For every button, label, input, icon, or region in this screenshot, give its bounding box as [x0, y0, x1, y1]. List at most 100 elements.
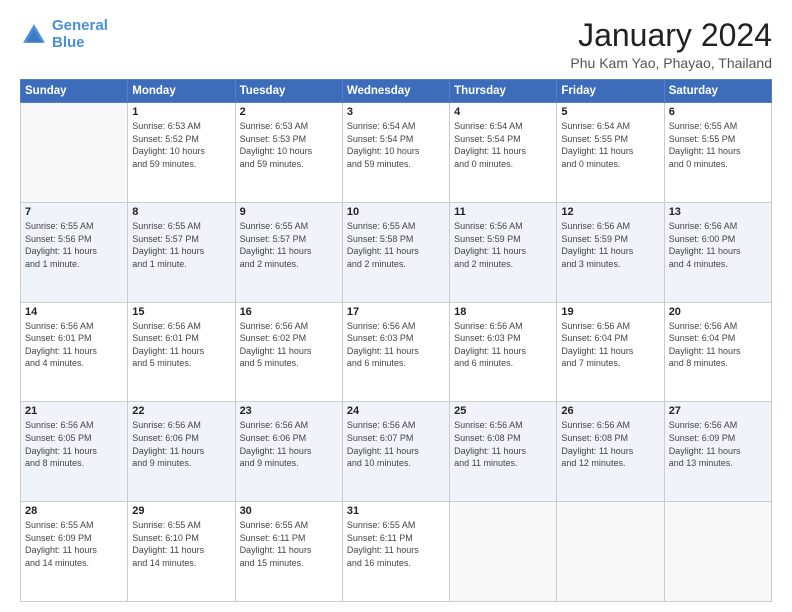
logo-text: General Blue	[52, 18, 108, 51]
table-row: 17Sunrise: 6:56 AM Sunset: 6:03 PM Dayli…	[342, 302, 449, 402]
day-number: 8	[132, 206, 230, 218]
day-number: 25	[454, 405, 552, 417]
day-info: Sunrise: 6:55 AM Sunset: 6:09 PM Dayligh…	[25, 519, 123, 569]
table-row: 18 Sunrise: 6:56 AM Sunset: 6:03 PM Dayli…	[450, 302, 557, 402]
logo-blue: Blue	[52, 34, 85, 51]
day-number: 23	[240, 405, 338, 417]
day-info: Sunrise: 6:53 AM Sunset: 5:52 PM Dayligh…	[132, 120, 230, 170]
table-row: 27 Sunrise: 6:56 AM Sunset: 6:09 PM Dayli…	[664, 402, 771, 502]
day-number: 24	[347, 405, 445, 417]
table-row: 23 Sunrise: 6:56 AM Sunset: 6:06 PM Dayli…	[235, 402, 342, 502]
day-info: Sunrise: 6:55 AM Sunset: 5:57 PM Dayligh…	[132, 220, 230, 270]
day-info: Sunrise: 6:56 AM Sunset: 6:07 PM Dayligh…	[347, 419, 445, 469]
table-row: 3 Sunrise: 6:54 AM Sunset: 5:54 PM Daylig…	[342, 103, 449, 203]
table-row: 8 Sunrise: 6:55 AM Sunset: 5:57 PM Daylig…	[128, 202, 235, 302]
day-info: Sunrise: 6:56 AM Sunset: 5:59 PM Dayligh…	[454, 220, 552, 270]
day-number: 29	[132, 505, 230, 517]
day-number: 4	[454, 106, 552, 118]
day-number: 3	[347, 106, 445, 118]
day-number: 15	[132, 306, 230, 318]
col-thursday: Thursday	[450, 80, 557, 103]
table-row: 22 Sunrise: 6:56 AM Sunset: 6:06 PM Dayli…	[128, 402, 235, 502]
day-info: Sunrise: 6:55 AM Sunset: 5:56 PM Dayligh…	[25, 220, 123, 270]
day-number: 26	[561, 405, 659, 417]
table-row: 24 Sunrise: 6:56 AM Sunset: 6:07 PM Dayli…	[342, 402, 449, 502]
table-row: 10Sunrise: 6:55 AM Sunset: 5:58 PM Dayli…	[342, 202, 449, 302]
table-row: 6 Sunrise: 6:55 AM Sunset: 5:55 PM Daylig…	[664, 103, 771, 203]
day-info: Sunrise: 6:56 AM Sunset: 6:04 PM Dayligh…	[669, 320, 767, 370]
day-number: 18	[454, 306, 552, 318]
day-number: 16	[240, 306, 338, 318]
day-info: Sunrise: 6:56 AM Sunset: 6:03 PM Dayligh…	[347, 320, 445, 370]
day-info: Sunrise: 6:56 AM Sunset: 6:04 PM Dayligh…	[561, 320, 659, 370]
logo-general: General	[52, 17, 108, 34]
day-info: Sunrise: 6:54 AM Sunset: 5:54 PM Dayligh…	[454, 120, 552, 170]
day-info: Sunrise: 6:55 AM Sunset: 5:55 PM Dayligh…	[669, 120, 767, 170]
col-sunday: Sunday	[21, 80, 128, 103]
table-row: 31Sunrise: 6:55 AM Sunset: 6:11 PM Dayli…	[342, 502, 449, 602]
day-number: 19	[561, 306, 659, 318]
table-row: 20 Sunrise: 6:56 AM Sunset: 6:04 PM Dayli…	[664, 302, 771, 402]
title-block: January 2024 Phu Kam Yao, Phayao, Thaila…	[570, 18, 772, 71]
day-number: 31	[347, 505, 445, 517]
day-info: Sunrise: 6:56 AM Sunset: 6:09 PM Dayligh…	[669, 419, 767, 469]
day-info: Sunrise: 6:56 AM Sunset: 5:59 PM Dayligh…	[561, 220, 659, 270]
table-row: 1 Sunrise: 6:53 AM Sunset: 5:52 PM Daylig…	[128, 103, 235, 203]
page: General Blue January 2024 Phu Kam Yao, P…	[0, 0, 792, 612]
day-number: 5	[561, 106, 659, 118]
day-number: 2	[240, 106, 338, 118]
day-info: Sunrise: 6:56 AM Sunset: 6:00 PM Dayligh…	[669, 220, 767, 270]
day-info: Sunrise: 6:55 AM Sunset: 6:10 PM Dayligh…	[132, 519, 230, 569]
col-tuesday: Tuesday	[235, 80, 342, 103]
table-row	[450, 502, 557, 602]
day-number: 14	[25, 306, 123, 318]
logo: General Blue	[20, 18, 108, 51]
col-friday: Friday	[557, 80, 664, 103]
table-row: 2 Sunrise: 6:53 AM Sunset: 5:53 PM Daylig…	[235, 103, 342, 203]
day-info: Sunrise: 6:54 AM Sunset: 5:54 PM Dayligh…	[347, 120, 445, 170]
day-info: Sunrise: 6:56 AM Sunset: 6:01 PM Dayligh…	[132, 320, 230, 370]
month-title: January 2024	[570, 18, 772, 53]
day-number: 28	[25, 505, 123, 517]
table-row: 19 Sunrise: 6:56 AM Sunset: 6:04 PM Dayli…	[557, 302, 664, 402]
location: Phu Kam Yao, Phayao, Thailand	[570, 55, 772, 71]
day-number: 21	[25, 405, 123, 417]
day-info: Sunrise: 6:56 AM Sunset: 6:06 PM Dayligh…	[132, 419, 230, 469]
calendar-header-row: Sunday Monday Tuesday Wednesday Thursday…	[21, 80, 772, 103]
col-saturday: Saturday	[664, 80, 771, 103]
table-row: 4 Sunrise: 6:54 AM Sunset: 5:54 PM Daylig…	[450, 103, 557, 203]
day-number: 20	[669, 306, 767, 318]
day-number: 12	[561, 206, 659, 218]
table-row: 7Sunrise: 6:55 AM Sunset: 5:56 PM Daylig…	[21, 202, 128, 302]
day-number: 13	[669, 206, 767, 218]
day-info: Sunrise: 6:56 AM Sunset: 6:06 PM Dayligh…	[240, 419, 338, 469]
table-row: 29 Sunrise: 6:55 AM Sunset: 6:10 PM Dayli…	[128, 502, 235, 602]
day-info: Sunrise: 6:53 AM Sunset: 5:53 PM Dayligh…	[240, 120, 338, 170]
table-row: 13 Sunrise: 6:56 AM Sunset: 6:00 PM Dayli…	[664, 202, 771, 302]
day-number: 9	[240, 206, 338, 218]
header: General Blue January 2024 Phu Kam Yao, P…	[20, 18, 772, 71]
table-row: 30 Sunrise: 6:55 AM Sunset: 6:11 PM Dayli…	[235, 502, 342, 602]
day-number: 1	[132, 106, 230, 118]
day-number: 22	[132, 405, 230, 417]
table-row: 15 Sunrise: 6:56 AM Sunset: 6:01 PM Dayli…	[128, 302, 235, 402]
table-row: 5 Sunrise: 6:54 AM Sunset: 5:55 PM Daylig…	[557, 103, 664, 203]
day-info: Sunrise: 6:56 AM Sunset: 6:01 PM Dayligh…	[25, 320, 123, 370]
day-info: Sunrise: 6:55 AM Sunset: 6:11 PM Dayligh…	[240, 519, 338, 569]
col-monday: Monday	[128, 80, 235, 103]
table-row: 21 Sunrise: 6:56 AM Sunset: 6:05 PM Dayli…	[21, 402, 128, 502]
day-number: 27	[669, 405, 767, 417]
table-row: 9Sunrise: 6:55 AM Sunset: 5:57 PM Daylig…	[235, 202, 342, 302]
logo-icon	[20, 21, 48, 49]
day-info: Sunrise: 6:56 AM Sunset: 6:08 PM Dayligh…	[454, 419, 552, 469]
day-info: Sunrise: 6:54 AM Sunset: 5:55 PM Dayligh…	[561, 120, 659, 170]
table-row	[664, 502, 771, 602]
day-info: Sunrise: 6:56 AM Sunset: 6:05 PM Dayligh…	[25, 419, 123, 469]
table-row	[557, 502, 664, 602]
day-info: Sunrise: 6:55 AM Sunset: 5:58 PM Dayligh…	[347, 220, 445, 270]
day-number: 30	[240, 505, 338, 517]
table-row: 16Sunrise: 6:56 AM Sunset: 6:02 PM Dayli…	[235, 302, 342, 402]
day-number: 6	[669, 106, 767, 118]
table-row: 11Sunrise: 6:56 AM Sunset: 5:59 PM Dayli…	[450, 202, 557, 302]
day-info: Sunrise: 6:56 AM Sunset: 6:03 PM Dayligh…	[454, 320, 552, 370]
